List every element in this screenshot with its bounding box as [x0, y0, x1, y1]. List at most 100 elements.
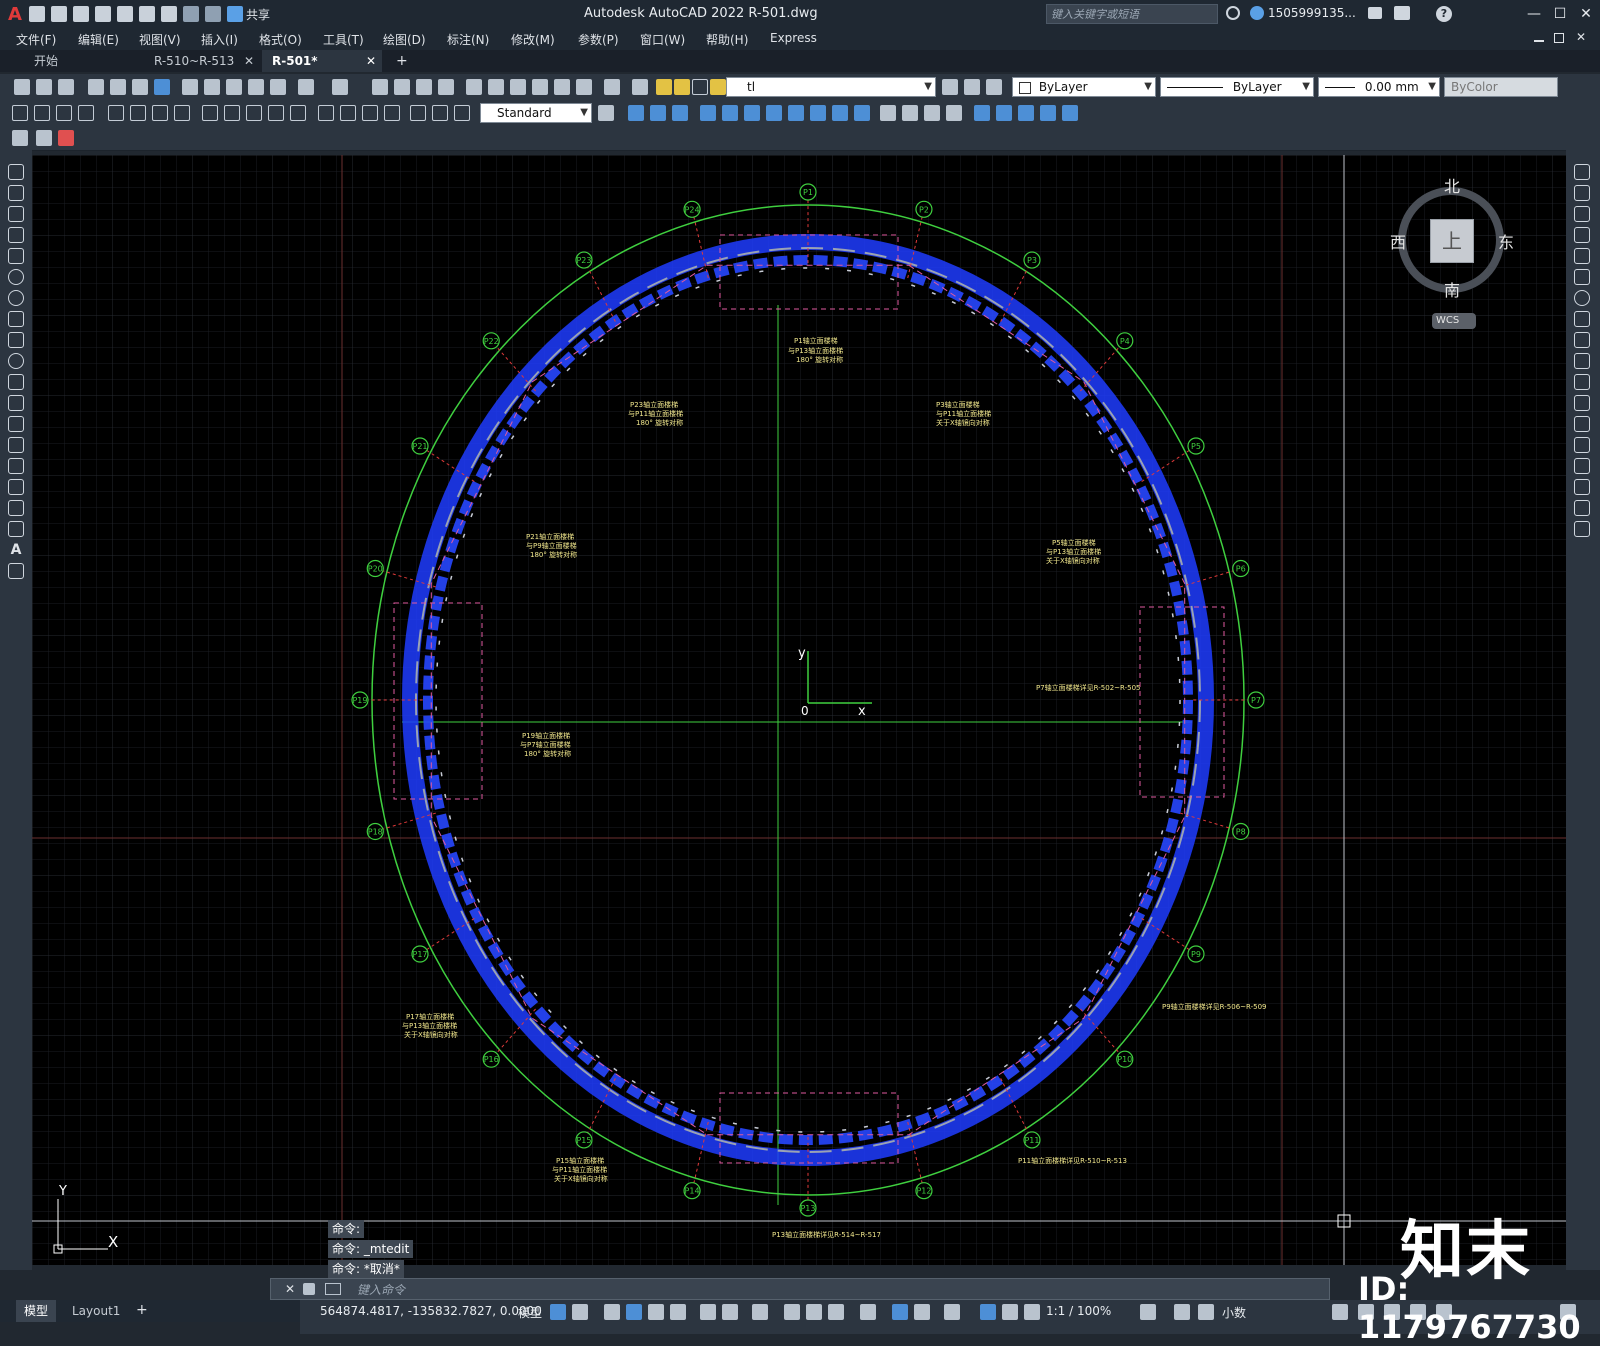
3d-mirror-icon[interactable]: [1062, 105, 1078, 121]
menu-modify[interactable]: 修改(M): [511, 31, 555, 48]
tab-r510-r513[interactable]: R-510~R-513 ✕: [144, 50, 260, 72]
share-icon[interactable]: [226, 6, 243, 22]
fillet-icon[interactable]: [1574, 479, 1590, 495]
radius-dim-icon[interactable]: [108, 105, 124, 121]
extend-icon[interactable]: [1574, 374, 1590, 390]
compass-south[interactable]: 南: [1444, 277, 1460, 301]
explode-icon[interactable]: [1574, 521, 1590, 537]
object-snap-icon[interactable]: [752, 1304, 768, 1320]
user-icon[interactable]: [1250, 6, 1264, 20]
web-icon[interactable]: [154, 79, 170, 95]
center-mark-icon[interactable]: [340, 105, 356, 121]
tab-r501[interactable]: R-501* ✕: [262, 50, 382, 72]
sweep-icon[interactable]: [832, 105, 848, 121]
dim-update-icon[interactable]: [454, 105, 470, 121]
lineweight-icon[interactable]: [784, 1304, 800, 1320]
dimstyle-combo[interactable]: Standard ▼: [480, 103, 592, 123]
solid-sphere-icon[interactable]: [700, 105, 716, 121]
save-icon[interactable]: [58, 79, 74, 95]
command-prompt-icon[interactable]: [325, 1283, 341, 1295]
baseline-dim-icon[interactable]: [224, 105, 240, 121]
make-block-icon[interactable]: [8, 416, 24, 432]
command-line[interactable]: ✕ 键入命令: [270, 1278, 1330, 1300]
solid-cylinder-icon[interactable]: [650, 105, 666, 121]
ellipse-arc-icon[interactable]: [8, 374, 24, 390]
close-button[interactable]: ✕: [1576, 4, 1596, 24]
menu-parametric[interactable]: 参数(P): [578, 31, 619, 48]
solid-box-icon[interactable]: [628, 105, 644, 121]
markup-icon[interactable]: [554, 79, 570, 95]
dynamic-ucs-icon[interactable]: [892, 1304, 908, 1320]
dim-edit-icon[interactable]: [410, 105, 426, 121]
menu-view[interactable]: 视图(V): [139, 31, 181, 48]
menu-tools[interactable]: 工具(T): [323, 31, 364, 48]
subtract-icon[interactable]: [902, 105, 918, 121]
quick-dim-icon[interactable]: [202, 105, 218, 121]
jogged-linear-icon[interactable]: [384, 105, 400, 121]
continue-dim-icon[interactable]: [246, 105, 262, 121]
auto-scale-icon[interactable]: [1002, 1304, 1018, 1320]
share-button[interactable]: 共享: [246, 6, 270, 23]
autocad-logo-icon[interactable]: A: [8, 4, 22, 25]
linear-dim-icon[interactable]: [12, 105, 28, 121]
polyline-icon[interactable]: [8, 206, 24, 222]
layer-combo[interactable]: tl ▼: [726, 77, 936, 97]
move-icon[interactable]: [1574, 269, 1590, 285]
block-attribute-icon[interactable]: [36, 130, 52, 146]
help-icon[interactable]: [604, 79, 620, 95]
autodesk-app-icon[interactable]: [1394, 6, 1410, 20]
zoom-window-icon[interactable]: [416, 79, 432, 95]
save-as-icon[interactable]: [94, 6, 111, 22]
layer-previous-icon[interactable]: [964, 79, 980, 95]
3d-align-icon[interactable]: [1018, 105, 1034, 121]
diameter-dim-icon[interactable]: [152, 105, 168, 121]
command-close-icon[interactable]: ✕: [285, 1282, 295, 1296]
ordinate-dim-icon[interactable]: [78, 105, 94, 121]
3d-object-snap-icon[interactable]: [860, 1304, 876, 1320]
dim-break-icon[interactable]: [290, 105, 306, 121]
menu-dimension[interactable]: 标注(N): [447, 31, 489, 48]
menu-draw[interactable]: 绘图(D): [383, 31, 426, 48]
selection-filter-icon[interactable]: [914, 1304, 930, 1320]
open-from-web-icon[interactable]: [116, 6, 133, 22]
tolerance-icon[interactable]: [318, 105, 334, 121]
sheet-set-icon[interactable]: [532, 79, 548, 95]
layer-states-icon[interactable]: [986, 79, 1002, 95]
add-layout-button[interactable]: +: [136, 1302, 148, 1318]
extrude-icon[interactable]: [788, 105, 804, 121]
viewcube[interactable]: 上 北 南 西 东: [1390, 173, 1514, 303]
search-icon[interactable]: [1226, 6, 1240, 20]
save-to-web-icon[interactable]: [138, 6, 155, 22]
properties-icon[interactable]: [466, 79, 482, 95]
doc-close-icon[interactable]: ✕: [1576, 30, 1586, 44]
lineweight-combo[interactable]: 0.00 mm ▼: [1318, 77, 1440, 97]
plotstyle-combo[interactable]: ByColor: [1444, 77, 1558, 97]
calculator-icon[interactable]: [576, 79, 592, 95]
trim-icon[interactable]: [1574, 353, 1590, 369]
break-icon[interactable]: [1574, 416, 1590, 432]
rectangle-icon[interactable]: [8, 248, 24, 264]
arc-icon[interactable]: [8, 269, 24, 285]
pan-icon[interactable]: [372, 79, 388, 95]
annotation-visibility-icon[interactable]: [980, 1304, 996, 1320]
menu-file[interactable]: 文件(F): [16, 31, 56, 48]
polar-tracking-icon[interactable]: [670, 1304, 686, 1320]
arc-length-icon[interactable]: [56, 105, 72, 121]
slice-icon[interactable]: [946, 105, 962, 121]
3d-move-icon[interactable]: [974, 105, 990, 121]
tab-close-icon[interactable]: ✕: [244, 50, 254, 72]
rotate-icon[interactable]: [1574, 290, 1590, 306]
drawing-canvas[interactable]: P1 P2 P3 P4 P5 P6 P7 P8 P9 P10 P11 P12 P13 P14 P15 P16 P…: [32, 155, 1566, 1265]
save-icon[interactable]: [72, 6, 89, 22]
model-space-button[interactable]: 模型: [518, 1304, 542, 1321]
quick-properties-icon[interactable]: [1332, 1304, 1348, 1320]
break-at-point-icon[interactable]: [1574, 395, 1590, 411]
maximize-button[interactable]: ☐: [1550, 4, 1570, 24]
layer-on-icon[interactable]: [656, 79, 672, 95]
layer-properties-icon[interactable]: [632, 79, 648, 95]
stretch-icon[interactable]: [1574, 332, 1590, 348]
offset-icon[interactable]: [1574, 227, 1590, 243]
doc-minimize-icon[interactable]: [1534, 40, 1544, 42]
polygon-icon[interactable]: [8, 227, 24, 243]
annotation-scale-icon[interactable]: [1024, 1304, 1040, 1320]
